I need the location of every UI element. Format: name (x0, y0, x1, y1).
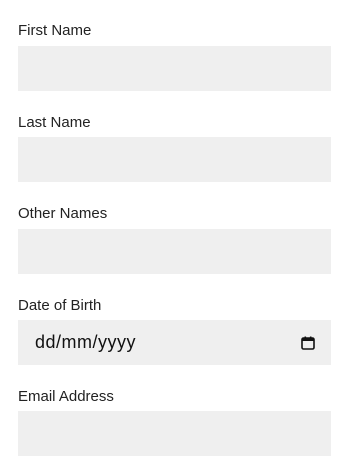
last-name-field: Last Name (18, 114, 331, 182)
other-names-field: Other Names (18, 205, 331, 274)
date-of-birth-field: Date of Birth dd/mm/yyyy (18, 297, 331, 365)
email-address-label: Email Address (18, 388, 114, 405)
last-name-label: Last Name (18, 114, 91, 131)
first-name-input[interactable] (18, 46, 331, 91)
calendar-icon[interactable] (301, 336, 315, 350)
last-name-input[interactable] (18, 137, 331, 182)
email-address-field: Email Address (18, 388, 331, 456)
other-names-input[interactable] (18, 229, 331, 274)
registration-form: First Name Last Name Other Names Date of… (0, 0, 350, 463)
first-name-field: First Name (18, 22, 331, 91)
other-names-label: Other Names (18, 205, 108, 222)
date-of-birth-value: dd/mm/yyyy (35, 332, 137, 352)
email-address-input[interactable] (18, 411, 331, 456)
date-of-birth-input[interactable]: dd/mm/yyyy (18, 320, 331, 365)
date-of-birth-label: Date of Birth (18, 297, 102, 314)
first-name-label: First Name (18, 22, 92, 39)
